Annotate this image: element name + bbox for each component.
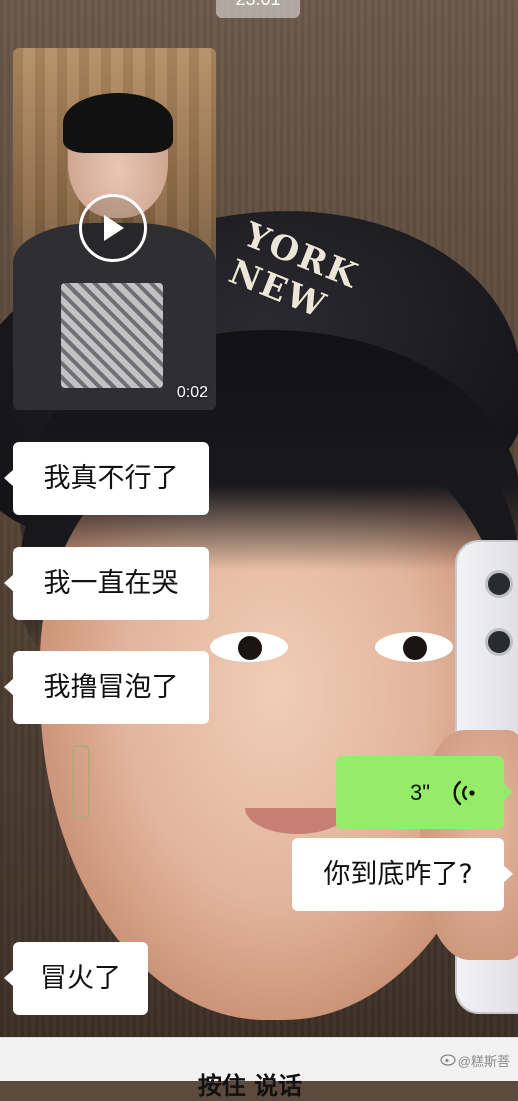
voice-wave-icon — [453, 780, 475, 806]
video-duration: 0:02 — [176, 384, 208, 401]
voice-duration: 3" — [410, 780, 431, 805]
message-bubble-right[interactable]: 你到底咋了? — [292, 838, 513, 911]
message-bubble-left[interactable]: 冒火了 — [4, 942, 148, 1015]
message-text: 我撸冒泡了 — [43, 672, 179, 703]
watermark-text: @糕斯菩 — [457, 1054, 510, 1069]
message-timestamp: 23:01 — [216, 0, 300, 18]
play-icon — [104, 215, 124, 241]
message-bubble-left[interactable]: 我真不行了 — [4, 442, 209, 515]
video-message[interactable]: 0:02 — [13, 48, 216, 410]
play-button[interactable] — [79, 194, 147, 262]
message-bubble-left[interactable]: 我一直在哭 — [4, 547, 209, 620]
message-text: 我真不行了 — [43, 463, 179, 494]
message-text: 你到底咋了? — [323, 859, 473, 890]
voice-message-bubble[interactable]: 3" — [336, 756, 513, 829]
hold-to-talk-button[interactable]: 按住 说话 — [150, 1066, 350, 1101]
timestamp-text: 23:01 — [235, 0, 280, 9]
message-bubble-left[interactable]: 我撸冒泡了 — [4, 651, 209, 724]
weibo-icon — [440, 1054, 456, 1066]
message-text: 我一直在哭 — [43, 568, 179, 599]
message-text: 冒火了 — [40, 963, 121, 994]
